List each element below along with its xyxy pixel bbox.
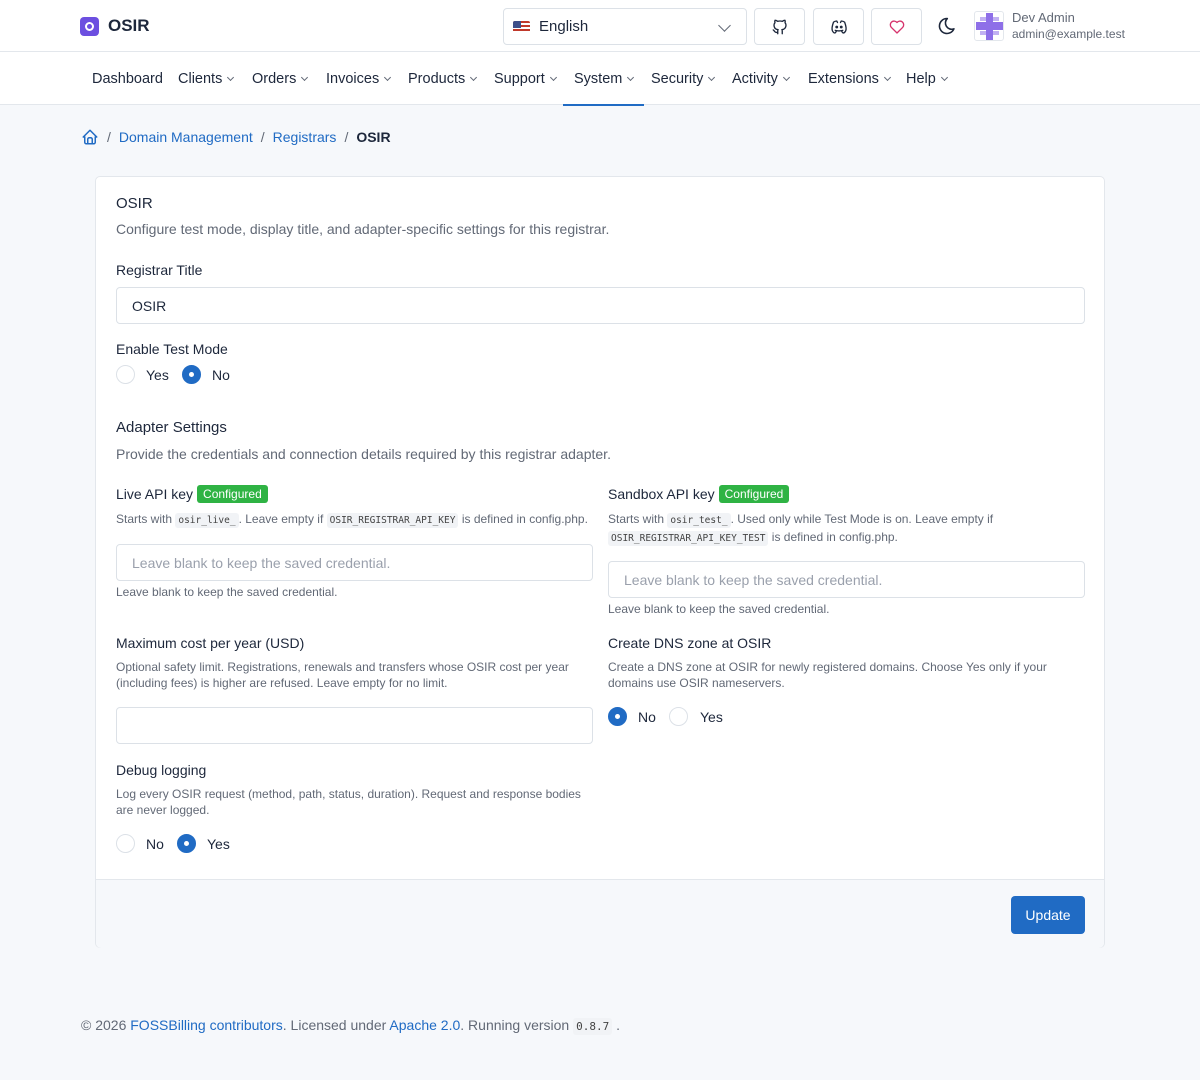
card-subtitle: Configure test mode, display title, and … — [116, 221, 610, 237]
debug-logging-hint: Log every OSIR request (method, path, st… — [116, 787, 581, 817]
breadcrumb-current: OSIR — [356, 129, 391, 145]
live-key-hint: Starts with osir_live_. Leave empty if O… — [116, 512, 588, 528]
card-footer: Update — [96, 879, 1104, 948]
nav-item-orders[interactable]: Orders — [252, 52, 309, 105]
nav-item-clients[interactable]: Clients — [178, 52, 235, 105]
nav-item-support[interactable]: Support — [494, 52, 557, 105]
chevron-down-icon — [627, 73, 635, 81]
test-mode-yes-radio[interactable] — [116, 365, 135, 384]
language-label: English — [539, 18, 589, 35]
sponsor-button[interactable] — [871, 8, 922, 45]
chevron-down-icon — [301, 73, 309, 81]
chevron-down-icon — [708, 73, 716, 81]
license-link[interactable]: Apache 2.0 — [389, 1017, 460, 1033]
nav-item-help[interactable]: Help — [906, 52, 948, 105]
chevron-down-icon — [940, 73, 948, 81]
sandbox-key-help: Leave blank to keep the saved credential… — [608, 602, 830, 616]
debug-logging-no-label: No — [146, 836, 164, 852]
app-name: OSIR — [108, 16, 150, 35]
registrar-title-input[interactable]: OSIR — [116, 287, 1085, 324]
page-footer: © 2026 FOSSBilling contributors. License… — [81, 1017, 621, 1035]
test-mode-no-label: No — [212, 367, 230, 383]
nav-item-system[interactable]: System — [562, 52, 645, 106]
heart-icon — [889, 19, 904, 34]
card-title: OSIR — [116, 195, 153, 212]
contributors-link[interactable]: FOSSBilling contributors — [130, 1017, 283, 1033]
chevron-down-icon — [470, 73, 478, 81]
live-key-label: Live API key Configured — [116, 485, 268, 503]
chevron-down-icon — [883, 73, 891, 81]
nav-item-dashboard[interactable]: Dashboard — [92, 52, 163, 105]
chevron-down-icon — [227, 73, 235, 81]
live-key-input[interactable]: Leave blank to keep the saved credential… — [116, 544, 593, 581]
breadcrumb-separator: / — [344, 129, 349, 145]
language-select[interactable]: English — [503, 8, 747, 45]
chevron-down-icon — [549, 73, 557, 81]
dns-zone-yes-radio[interactable] — [669, 707, 688, 726]
chevron-down-icon — [782, 73, 790, 81]
dns-zone-label: Create DNS zone at OSIR — [608, 635, 772, 651]
sandbox-key-input[interactable]: Leave blank to keep the saved credential… — [608, 561, 1085, 598]
max-cost-label: Maximum cost per year (USD) — [116, 635, 305, 651]
moon-icon[interactable] — [937, 16, 957, 36]
max-cost-hint: Optional safety limit. Registrations, re… — [116, 660, 569, 690]
home-icon[interactable] — [81, 128, 99, 146]
debug-logging-no-radio[interactable] — [116, 834, 135, 853]
github-button[interactable] — [754, 8, 805, 45]
configured-badge: Configured — [197, 485, 268, 503]
registrar-settings-card: OSIR Configure test mode, display title,… — [95, 176, 1105, 948]
copyright-text: © 2026 — [81, 1017, 127, 1033]
discord-icon — [830, 19, 847, 34]
nav-item-invoices[interactable]: Invoices — [326, 52, 392, 105]
breadcrumb-registrars[interactable]: Registrars — [273, 129, 337, 145]
debug-logging-yes-radio[interactable] — [177, 834, 196, 853]
dns-zone-no-radio[interactable] — [608, 707, 627, 726]
app-logo-icon — [80, 16, 99, 36]
test-mode-label: Enable Test Mode — [116, 341, 228, 357]
sandbox-key-label: Sandbox API key Configured — [608, 485, 790, 503]
registrar-title-label: Registrar Title — [116, 262, 203, 278]
debug-logging-yes-label: Yes — [207, 836, 230, 852]
test-mode-no-radio[interactable] — [182, 365, 201, 384]
breadcrumb-separator: / — [260, 129, 265, 145]
debug-logging-label: Debug logging — [116, 762, 207, 778]
chevron-down-icon — [384, 73, 392, 81]
test-mode-yes-label: Yes — [146, 367, 169, 383]
brand[interactable]: OSIR — [80, 16, 150, 36]
live-key-help: Leave blank to keep the saved credential… — [116, 585, 338, 599]
dns-zone-no-label: No — [638, 709, 656, 725]
breadcrumb: / Domain Management / Registrars / OSIR — [81, 128, 391, 146]
chevron-down-icon — [718, 19, 731, 32]
breadcrumb-domain-management[interactable]: Domain Management — [119, 129, 253, 145]
user-email: admin@example.test — [1012, 27, 1125, 41]
dns-zone-yes-label: Yes — [700, 709, 723, 725]
update-button[interactable]: Update — [1011, 896, 1085, 934]
adapter-settings-subtitle: Provide the credentials and connection d… — [116, 446, 611, 462]
user-name: Dev Admin — [1012, 10, 1075, 25]
github-icon — [772, 19, 787, 34]
nav-item-products[interactable]: Products — [408, 52, 478, 105]
max-cost-input[interactable] — [116, 707, 593, 744]
user-menu[interactable]: Dev Admin admin@example.test — [974, 10, 1125, 42]
sandbox-key-hint: Starts with osir_test_. Used only while … — [608, 512, 994, 546]
breadcrumb-separator: / — [107, 129, 111, 145]
nav-item-activity[interactable]: Activity — [732, 52, 790, 105]
discord-button[interactable] — [813, 8, 864, 45]
avatar — [974, 11, 1004, 41]
us-flag-icon — [513, 20, 530, 33]
dns-zone-hint: Create a DNS zone at OSIR for newly regi… — [608, 660, 1047, 690]
nav-item-extensions[interactable]: Extensions — [808, 52, 891, 105]
adapter-settings-title: Adapter Settings — [116, 419, 227, 436]
version-badge: 0.8.7 — [573, 1018, 613, 1035]
top-bar: OSIR English Dev Admin admin@example.tes… — [0, 0, 1200, 52]
nav-item-security[interactable]: Security — [651, 52, 716, 105]
main-nav: Dashboard Clients Orders Invoices Produc… — [0, 52, 1200, 106]
configured-badge: Configured — [718, 485, 790, 503]
